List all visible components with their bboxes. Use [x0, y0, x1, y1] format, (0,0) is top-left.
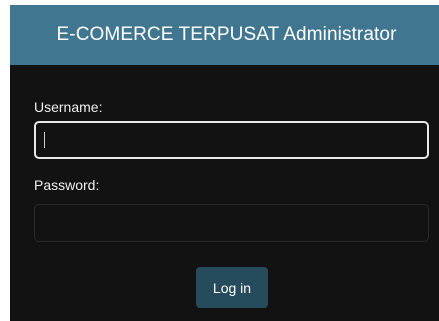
- site-title: E-COMERCE TERPUSAT Administrator: [56, 24, 397, 45]
- password-label: Password:: [34, 177, 100, 193]
- username-input[interactable]: [34, 121, 429, 159]
- username-label: Username:: [34, 99, 103, 115]
- text-cursor: [44, 132, 45, 148]
- login-panel: E-COMERCE TERPUSAT Administrator Usernam…: [10, 5, 439, 321]
- site-header: E-COMERCE TERPUSAT Administrator: [10, 5, 439, 65]
- password-input[interactable]: [34, 204, 429, 242]
- login-button[interactable]: Log in: [196, 267, 268, 308]
